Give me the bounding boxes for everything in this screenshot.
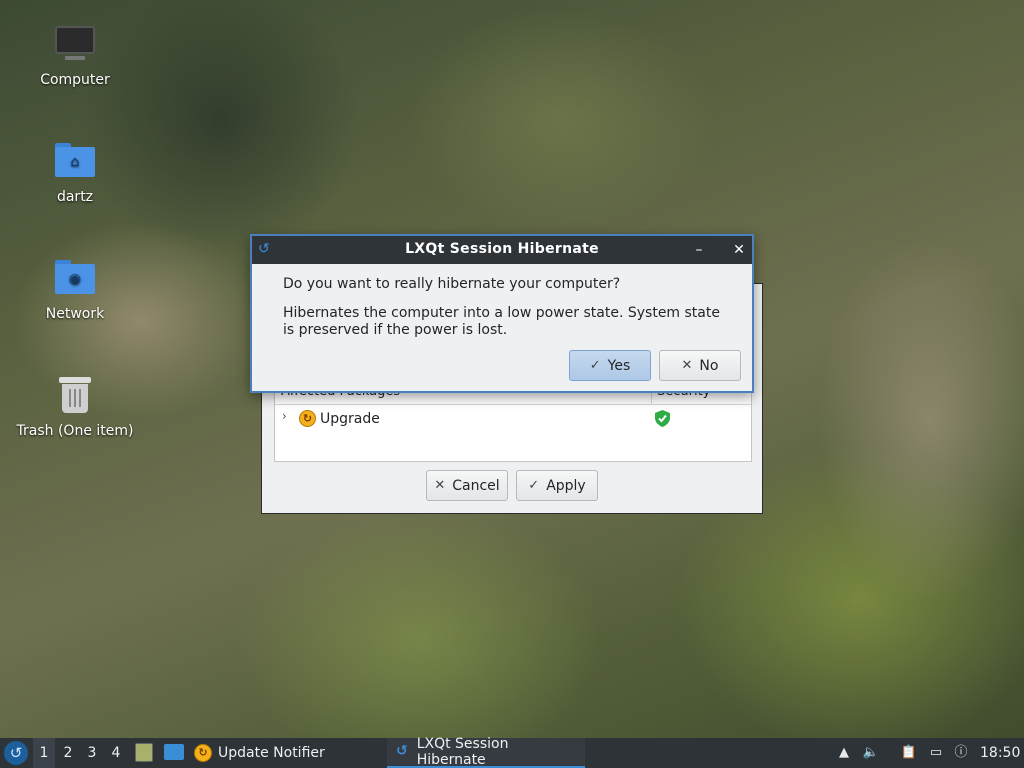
trash-icon (53, 373, 97, 417)
cancel-button[interactable]: ✕ Cancel (426, 470, 508, 501)
network-status-icon[interactable]: ▭ (927, 743, 945, 763)
dialog-titlebar[interactable]: ↺ LXQt Session Hibernate – ✕ (252, 236, 752, 264)
green-shield-check-icon (655, 410, 670, 427)
yes-button[interactable]: ✓ Yes (569, 350, 651, 381)
close-button[interactable]: ✕ (729, 240, 749, 260)
desktop-icon-computer[interactable]: Computer (10, 22, 140, 88)
dialog-description: Hibernates the computer into a low power… (283, 305, 720, 338)
desktop-icon-network[interactable]: ◉ Network (10, 256, 140, 322)
no-x-icon: ✕ (681, 358, 693, 373)
desktop-icon-label: Computer (40, 72, 110, 88)
desktop-switch-1[interactable]: 1 (33, 738, 55, 768)
dialog-title: LXQt Session Hibernate (405, 241, 599, 257)
minimize-button[interactable]: – (689, 240, 709, 260)
desktop-icon-home-folder[interactable]: ⌂ dartz (10, 139, 140, 205)
file-manager-launcher-icon[interactable] (135, 743, 153, 762)
taskbar: ↺ 1 2 3 4 ↻ Update Notifier ↺ LXQt Sessi… (0, 736, 1024, 768)
main-menu-button[interactable]: ↺ (4, 741, 28, 765)
table-row[interactable]: › ↻ Upgrade (275, 407, 751, 433)
apply-check-icon: ✓ (528, 478, 540, 493)
dialog-question: Do you want to really hibernate your com… (283, 276, 621, 292)
show-desktop-icon[interactable] (164, 744, 184, 760)
desktop-switch-4[interactable]: 4 (105, 738, 127, 768)
update-notifier-icon: ↻ (194, 744, 212, 762)
cancel-x-icon: ✕ (434, 478, 446, 493)
lxqt-icon: ↺ (395, 743, 408, 759)
network-folder-icon: ◉ (53, 256, 97, 300)
package-name: Upgrade (320, 411, 380, 427)
clipboard-icon[interactable]: 📋 (900, 743, 918, 763)
packages-table: Affected Packages Security › ↻ Upgrade (274, 382, 752, 462)
home-folder-icon: ⌂ (53, 139, 97, 183)
volume-icon[interactable]: 🔈 (862, 743, 880, 763)
task-update-notifier[interactable]: ↻ Update Notifier (188, 738, 331, 768)
task-lxqt-session-hibernate[interactable]: ↺ LXQt Session Hibernate (387, 736, 585, 768)
update-icon: ↻ (299, 410, 316, 427)
expand-chevron-icon[interactable]: › (282, 409, 287, 423)
tray-arrow-icon[interactable]: ▲ (835, 743, 853, 763)
desktop-icon-trash[interactable]: Trash (One item) (10, 373, 140, 439)
clock[interactable]: 18:50 (980, 738, 1020, 768)
update-notification-icon[interactable]: ⓘ (952, 743, 970, 763)
yes-check-icon: ✓ (589, 358, 601, 373)
desktop-icon-label: Trash (One item) (16, 423, 134, 439)
desktop-switch-3[interactable]: 3 (81, 738, 103, 768)
desktop-switch-2[interactable]: 2 (57, 738, 79, 768)
desktop-icon-label: dartz (56, 189, 94, 205)
apply-button[interactable]: ✓ Apply (516, 470, 598, 501)
hibernate-dialog: ↺ LXQt Session Hibernate – ✕ Do you want… (250, 234, 754, 393)
no-button[interactable]: ✕ No (659, 350, 741, 381)
computer-icon (53, 22, 97, 66)
desktop-icon-label: Network (45, 306, 105, 322)
